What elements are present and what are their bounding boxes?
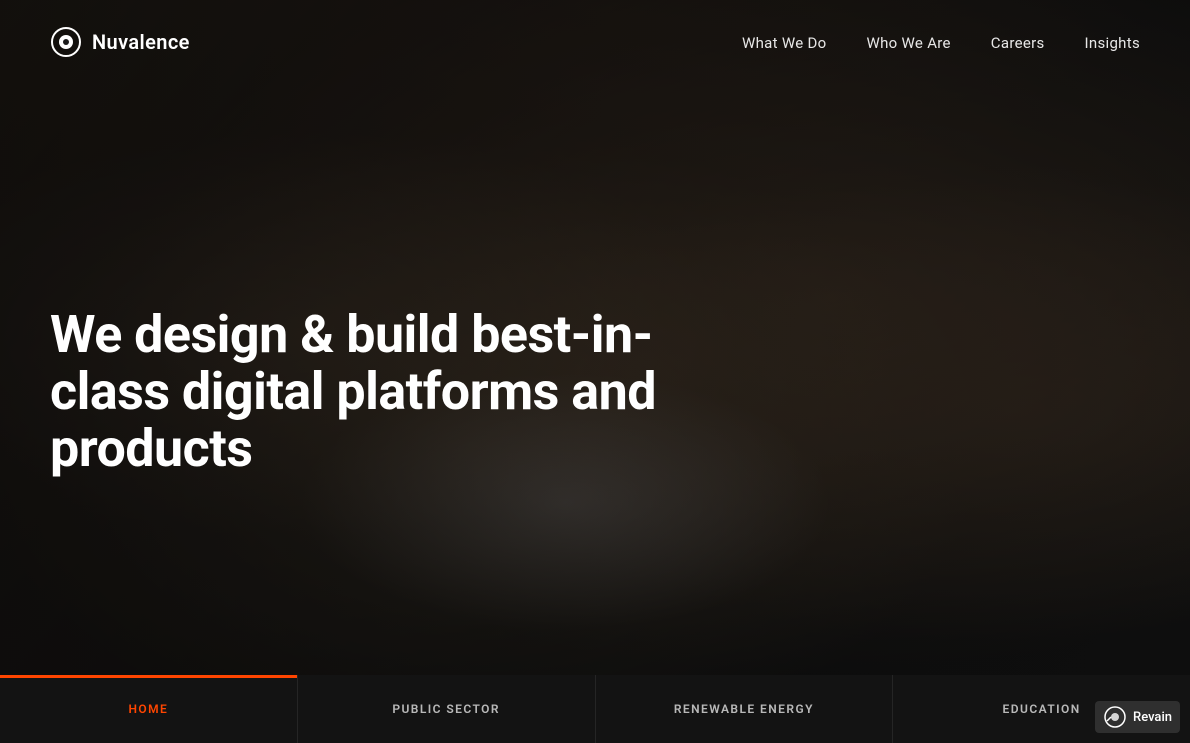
navbar: Nuvalence What We Do Who We Are Careers …	[0, 0, 1190, 84]
nav-link-insights[interactable]: Insights	[1085, 34, 1141, 52]
tab-renewable-energy-label: RENEWABLE ENERGY	[674, 702, 814, 716]
logo-text: Nuvalence	[92, 30, 190, 54]
hero-content: We design & build best-in-class digital …	[50, 306, 670, 478]
tab-public-sector-label: PUBLIC SECTOR	[392, 702, 500, 716]
revain-badge[interactable]: Revain	[1095, 701, 1180, 733]
nav-item-careers[interactable]: Careers	[991, 33, 1045, 52]
revain-icon	[1103, 705, 1127, 729]
hero-headline: We design & build best-in-class digital …	[50, 306, 670, 478]
nav-links: What We Do Who We Are Careers Insights	[742, 33, 1140, 52]
tab-renewable-energy[interactable]: RENEWABLE ENERGY	[596, 675, 894, 743]
nav-item-who-we-are[interactable]: Who We Are	[867, 33, 951, 52]
tab-education-label: EDUCATION	[1003, 702, 1081, 716]
nav-item-what-we-do[interactable]: What We Do	[742, 33, 827, 52]
tab-public-sector[interactable]: PUBLIC SECTOR	[298, 675, 596, 743]
logo-link[interactable]: Nuvalence	[50, 26, 190, 58]
bottom-tabs: HOME PUBLIC SECTOR RENEWABLE ENERGY EDUC…	[0, 675, 1190, 743]
page-wrapper: Nuvalence What We Do Who We Are Careers …	[0, 0, 1190, 743]
revain-text: Revain	[1133, 710, 1172, 725]
tab-home-label: HOME	[128, 702, 168, 716]
nav-link-careers[interactable]: Careers	[991, 34, 1045, 52]
nav-link-who-we-are[interactable]: Who We Are	[867, 34, 951, 52]
nav-item-insights[interactable]: Insights	[1085, 33, 1141, 52]
nav-link-what-we-do[interactable]: What We Do	[742, 34, 827, 52]
nuvalence-logo-icon	[50, 26, 82, 58]
tab-home[interactable]: HOME	[0, 675, 298, 743]
